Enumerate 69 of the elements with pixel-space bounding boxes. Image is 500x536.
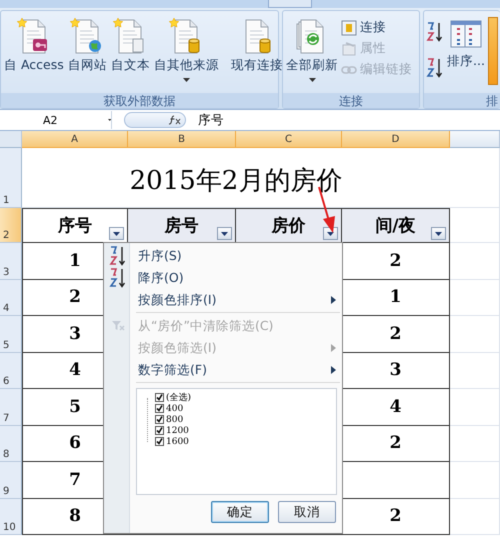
- column-header[interactable]: B: [128, 131, 236, 148]
- header-cell: 序号: [22, 208, 128, 243]
- ribbon-button[interactable]: 自其他来源: [152, 17, 220, 93]
- ribbon-button[interactable]: 排序...: [446, 17, 486, 93]
- value-label: 400: [166, 404, 184, 414]
- connection-icon: [341, 20, 357, 36]
- clear-filter-icon: [111, 320, 125, 332]
- row-header[interactable]: 6: [0, 352, 22, 389]
- group-label: 排: [424, 93, 500, 108]
- ribbon-button[interactable]: 全部刷新: [285, 17, 339, 93]
- checkbox[interactable]: [155, 437, 164, 446]
- ribbon-button[interactable]: 自网站: [66, 17, 108, 93]
- row-header[interactable]: 3: [0, 243, 22, 280]
- value-label: (全选): [166, 392, 192, 404]
- sort-ascending-icon: [426, 21, 444, 43]
- grid-cell: [450, 352, 500, 389]
- row-header[interactable]: 10: [0, 498, 22, 535]
- row-header[interactable]: 1: [0, 148, 22, 208]
- filter-dropdown-button[interactable]: [431, 227, 446, 240]
- column-header[interactable]: D: [342, 131, 450, 148]
- row-header[interactable]: 5: [0, 316, 22, 352]
- value-label: 1600: [166, 436, 189, 446]
- checkbox[interactable]: [155, 393, 164, 402]
- caret-icon: [113, 232, 120, 236]
- checkbox[interactable]: [155, 426, 164, 435]
- ribbon-button[interactable]: 连接: [341, 19, 412, 36]
- ribbon-button[interactable]: 自文本: [110, 17, 151, 93]
- checkbox[interactable]: [155, 404, 164, 413]
- column-header[interactable]: A: [22, 131, 128, 148]
- function-icon: [169, 115, 181, 125]
- grid-cell: [450, 243, 500, 280]
- name-box[interactable]: A2: [0, 111, 112, 129]
- checkbox[interactable]: [155, 415, 164, 424]
- caret-icon: [108, 118, 111, 122]
- formula-field[interactable]: 序号: [198, 112, 224, 128]
- caret-icon: [435, 232, 442, 236]
- filter-dropdown-button[interactable]: [323, 227, 338, 240]
- group-label: 连接: [283, 93, 419, 108]
- sort-descending-icon: [426, 57, 444, 79]
- sort-ascending-icon: [109, 245, 127, 267]
- ok-button[interactable]: 确定: [211, 501, 269, 523]
- grid-cell: [450, 316, 500, 352]
- sort-descending-icon: [109, 267, 127, 289]
- grid-cell: [450, 208, 500, 243]
- grid-cell: [450, 426, 500, 462]
- caret-icon: [221, 232, 228, 236]
- cancel-button[interactable]: 取消: [278, 501, 336, 523]
- row-header[interactable]: 4: [0, 280, 22, 316]
- header-cell: 房价: [236, 208, 342, 243]
- ribbon-button[interactable]: 自 Access: [3, 17, 65, 93]
- properties-icon: [341, 40, 357, 56]
- filter-dropdown-button[interactable]: [217, 227, 232, 240]
- grid-cell: [450, 280, 500, 316]
- header-cell: 房号: [128, 208, 236, 243]
- grid-cell: [450, 389, 500, 426]
- row-header[interactable]: 2: [0, 208, 22, 243]
- grid-cell: [450, 498, 500, 535]
- row-header[interactable]: 7: [0, 389, 22, 426]
- row-header[interactable]: 9: [0, 462, 22, 498]
- grid-cell: [450, 148, 500, 208]
- value-label: 1200: [166, 426, 189, 436]
- function-button[interactable]: [124, 112, 186, 128]
- row-header[interactable]: 8: [0, 426, 22, 462]
- value-label: 800: [166, 414, 184, 424]
- header-cell: 间/夜: [342, 208, 450, 243]
- filter-dropdown-button[interactable]: [109, 227, 124, 240]
- column-header[interactable]: C: [236, 131, 342, 148]
- grid-cell: [450, 462, 500, 498]
- group-label: 获取外部数据: [1, 93, 278, 108]
